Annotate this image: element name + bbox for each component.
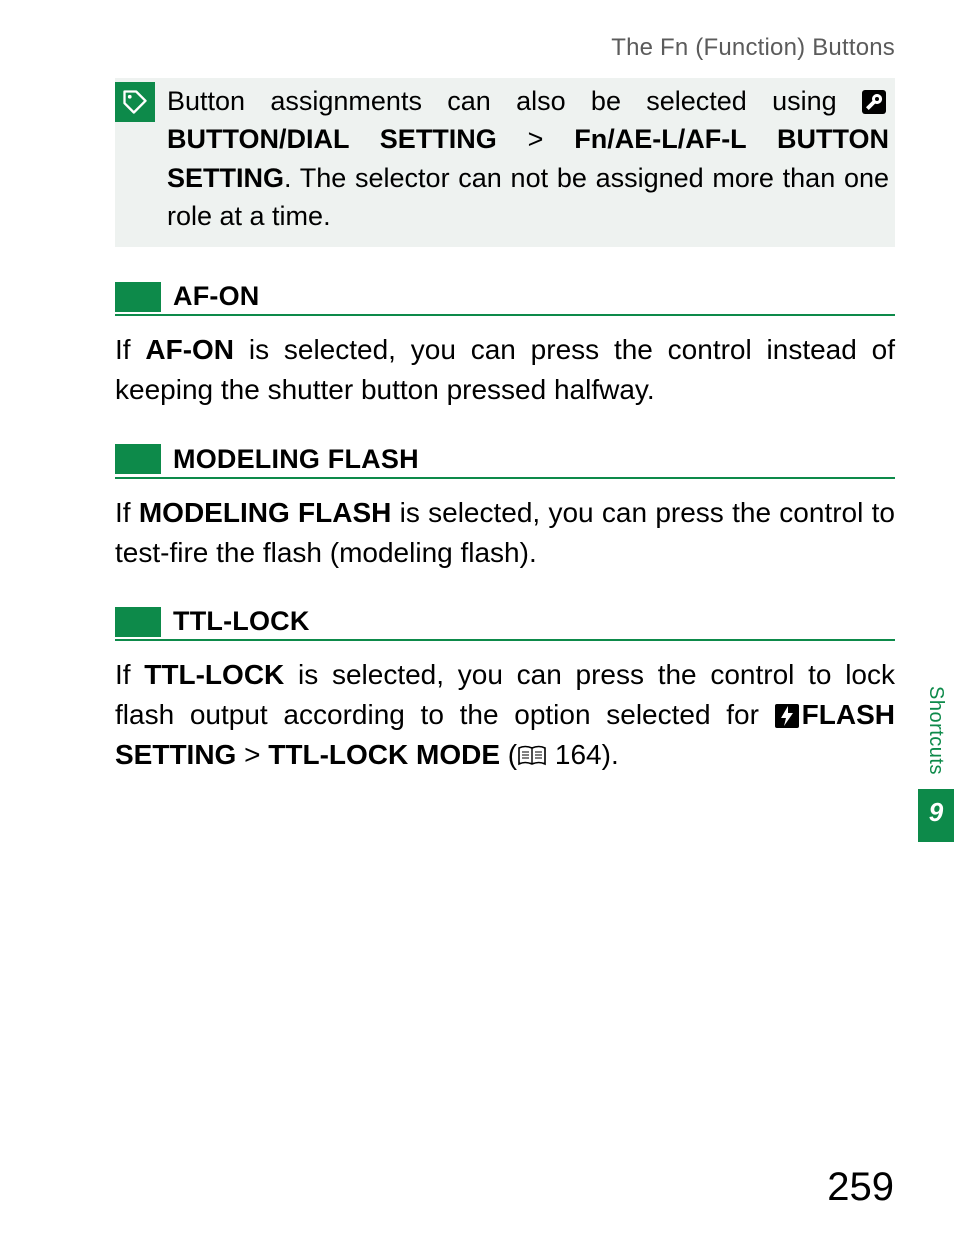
heading-marker bbox=[115, 444, 161, 474]
heading-title: AF-ON bbox=[173, 281, 259, 312]
section-body-modeling: If MODELING FLASH is selected, you can p… bbox=[115, 493, 895, 573]
section-heading-ttl: TTL-LOCK bbox=[115, 606, 895, 641]
section-heading-modeling: MODELING FLASH bbox=[115, 444, 895, 479]
term: AF-ON bbox=[145, 334, 234, 365]
content-column: The Fn (Function) Buttons Button assignm… bbox=[115, 34, 895, 778]
section-heading-afon: AF-ON bbox=[115, 281, 895, 316]
manual-page: The Fn (Function) Buttons Button assignm… bbox=[0, 0, 954, 1250]
sep: > bbox=[244, 739, 260, 770]
paren-close: ). bbox=[602, 739, 619, 770]
note-callout: Button assignments can also be selected … bbox=[115, 78, 895, 247]
side-tab: Shortcuts 9 bbox=[918, 680, 954, 842]
term: MODELING FLASH bbox=[139, 497, 392, 528]
heading-marker bbox=[115, 607, 161, 637]
pageref-num: 164 bbox=[555, 739, 602, 770]
section-body-afon: If AF-ON is selected, you can press the … bbox=[115, 330, 895, 410]
paren-open: ( bbox=[500, 739, 517, 770]
heading-title: MODELING FLASH bbox=[173, 444, 419, 475]
note-path1: BUTTON/DIAL SETTING bbox=[167, 124, 497, 154]
side-tab-chapter: 9 bbox=[918, 789, 954, 842]
text: If bbox=[115, 659, 144, 690]
path2: TTL-LOCK MODE bbox=[268, 739, 500, 770]
book-icon bbox=[517, 738, 547, 778]
page-number: 259 bbox=[827, 1165, 894, 1210]
term: TTL-LOCK bbox=[144, 659, 284, 690]
tag-icon bbox=[115, 82, 155, 122]
running-header: The Fn (Function) Buttons bbox=[115, 34, 895, 62]
text: If bbox=[115, 497, 139, 528]
note-text: Button assignments can also be selected … bbox=[155, 78, 895, 239]
heading-title: TTL-LOCK bbox=[173, 606, 310, 637]
section-body-ttl: If TTL-LOCK is selected, you can press t… bbox=[115, 655, 895, 777]
text: If bbox=[115, 334, 145, 365]
heading-marker bbox=[115, 282, 161, 312]
note-pre: Button assignments can also be selected … bbox=[167, 86, 862, 116]
side-tab-label: Shortcuts bbox=[918, 680, 953, 789]
wrench-icon bbox=[862, 90, 886, 114]
note-sep: > bbox=[528, 124, 544, 154]
flash-icon bbox=[775, 704, 799, 728]
